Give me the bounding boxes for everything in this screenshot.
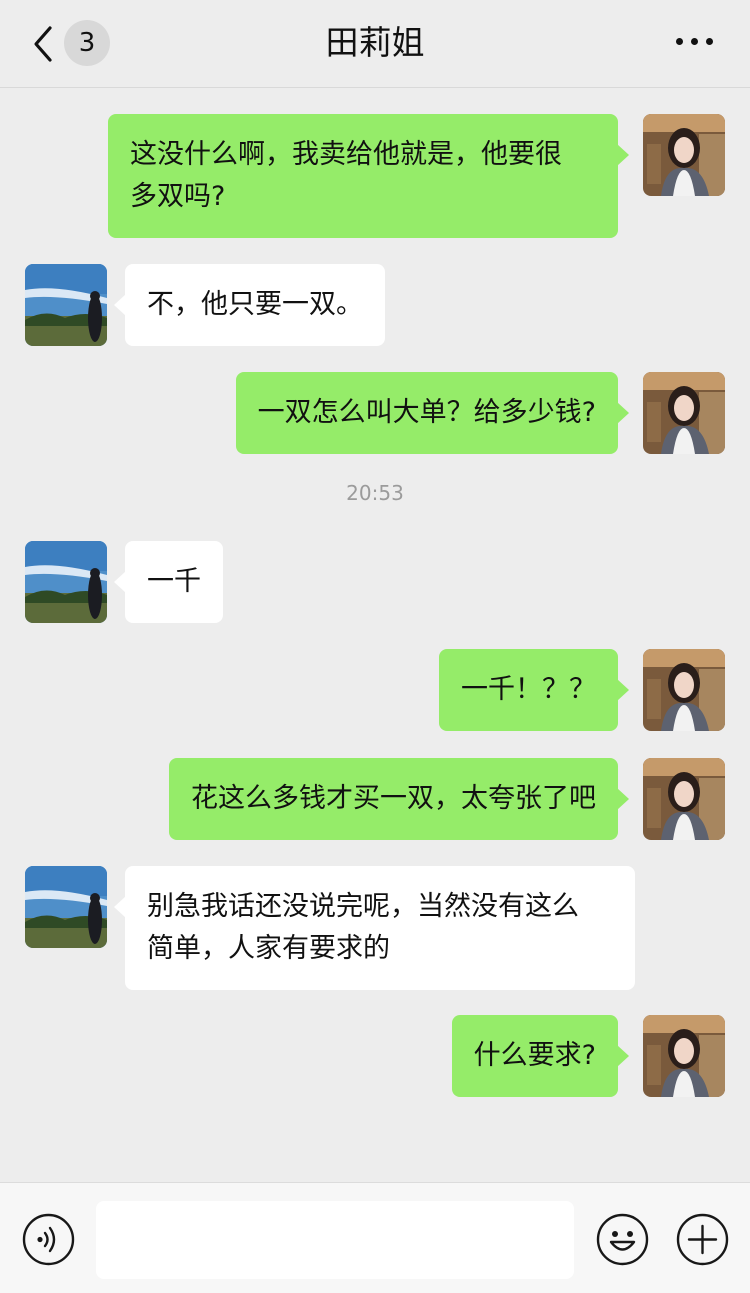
- message-bubble-self[interactable]: 这没什么啊，我卖给他就是，他要很 多双吗?: [108, 114, 629, 238]
- contact-avatar[interactable]: [25, 866, 107, 948]
- plus-icon[interactable]: [676, 1213, 729, 1266]
- self-avatar[interactable]: [643, 758, 725, 840]
- message-bubble-self[interactable]: 一双怎么叫大单？给多少钱?: [235, 372, 630, 454]
- message-list[interactable]: 这没什么啊，我卖给他就是，他要很 多双吗? 不，他只要一双。 一双怎么叫大单？给…: [0, 88, 750, 1182]
- self-avatar[interactable]: [643, 114, 725, 196]
- self-avatar[interactable]: [643, 649, 725, 731]
- message-timestamp: 20:53: [346, 481, 404, 505]
- message-text-line: 花这么多钱才买一双，太夸张了吧: [191, 783, 596, 814]
- message-text-line: 一千: [147, 566, 201, 597]
- message-text-line: 多双吗?: [130, 181, 226, 212]
- message-input[interactable]: [96, 1201, 574, 1279]
- chat-header: 3 田莉姐: [0, 0, 750, 88]
- message-bubble-contact[interactable]: 一千: [114, 541, 223, 623]
- self-avatar[interactable]: [643, 1015, 725, 1097]
- message-bubble-self[interactable]: 一千！？？: [439, 649, 629, 731]
- contact-avatar[interactable]: [25, 541, 107, 623]
- message-bubble-contact[interactable]: 别急我话还没说完呢，当然没有这么 简单，人家有要求的: [114, 866, 635, 990]
- message-text-line: 别急我话还没说完呢，当然没有这么: [147, 891, 579, 922]
- message-text-line: 简单，人家有要求的: [147, 933, 390, 964]
- more-icon[interactable]: [676, 38, 714, 48]
- message-text-line: 一千！？？: [461, 674, 596, 705]
- chat-title: 田莉姐: [325, 23, 425, 62]
- voice-icon[interactable]: [22, 1213, 75, 1266]
- message-text-line: 什么要求?: [473, 1040, 596, 1071]
- message-bubble-self[interactable]: 花这么多钱才买一双，太夸张了吧: [169, 758, 629, 840]
- message-bubble-contact[interactable]: 不，他只要一双。: [114, 264, 385, 346]
- input-toolbar: [0, 1182, 750, 1293]
- emoji-icon[interactable]: [596, 1213, 649, 1266]
- self-avatar[interactable]: [643, 372, 725, 454]
- message-text-line: 一双怎么叫大单？给多少钱?: [257, 397, 596, 428]
- message-bubble-self[interactable]: 什么要求?: [451, 1015, 630, 1097]
- message-text-line: 这没什么啊，我卖给他就是，他要很: [130, 139, 562, 170]
- message-text-line: 不，他只要一双。: [147, 289, 363, 320]
- contact-avatar[interactable]: [25, 264, 107, 346]
